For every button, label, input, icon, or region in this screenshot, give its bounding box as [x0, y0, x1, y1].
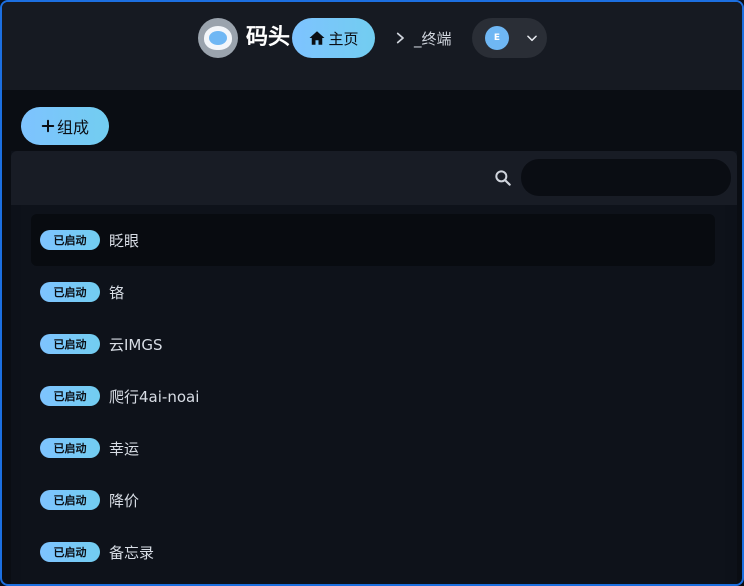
status-badge: 已启动 — [40, 230, 100, 250]
status-badge: 已启动 — [40, 438, 100, 458]
list-item[interactable]: 已启动 爬行4ai-noai — [31, 370, 715, 422]
search-icon — [495, 170, 511, 186]
list-item-name: 幸运 — [109, 439, 140, 458]
list-item-name: 爬行4ai-noai — [109, 387, 200, 406]
stack-list: 已启动 眨眼 已启动 铬 已启动 云IMGS 已启动 爬行4ai-noai 已启… — [21, 205, 725, 584]
status-badge: 已启动 — [40, 282, 100, 302]
app-window: 码头 主页 _终端 E 组成 已启动 眨眼 已启动 铬 已启动 云IMGS 已启… — [0, 0, 744, 586]
list-item-name: 降价 — [109, 491, 140, 510]
list-item-name: 眨眼 — [109, 231, 140, 250]
list-item-name: 备忘录 — [109, 543, 155, 562]
compose-label: 组成 — [56, 118, 89, 137]
status-badge: 已启动 — [40, 490, 100, 510]
compose-button[interactable]: 组成 — [21, 107, 109, 145]
search-input[interactable] — [521, 159, 731, 196]
logo-icon[interactable] — [198, 18, 238, 58]
list-item[interactable]: 已启动 云IMGS — [31, 318, 715, 370]
list-item[interactable]: 已启动 幸运 — [31, 422, 715, 474]
plus-icon — [41, 119, 55, 133]
chevron-down-icon — [527, 35, 537, 42]
status-badge: 已启动 — [40, 386, 100, 406]
nav-terminal-label: _终端 — [414, 29, 452, 48]
list-item[interactable]: 已启动 眨眼 — [31, 214, 715, 266]
nav-home-label: 主页 — [328, 29, 359, 48]
status-badge: 已启动 — [40, 334, 100, 354]
status-badge: 已启动 — [40, 542, 100, 562]
avatar: E — [485, 26, 509, 50]
list-item[interactable]: 已启动 铬 — [31, 266, 715, 318]
home-icon — [309, 31, 325, 45]
list-item-name: 铬 — [109, 283, 125, 302]
list-item[interactable]: 已启动 备忘录 — [31, 526, 715, 578]
list-item-name: 云IMGS — [109, 335, 163, 354]
list-item[interactable]: 已启动 降价 — [31, 474, 715, 526]
terminal-icon — [396, 32, 404, 44]
nav-terminal-button[interactable]: _终端 — [394, 18, 454, 58]
user-menu-button[interactable]: E — [472, 18, 547, 58]
brand-title[interactable]: 码头 — [246, 24, 290, 52]
panel-toolbar — [11, 151, 737, 205]
nav-home-button[interactable]: 主页 — [292, 18, 375, 58]
stack-list-panel: 已启动 眨眼 已启动 铬 已启动 云IMGS 已启动 爬行4ai-noai 已启… — [11, 151, 737, 584]
top-navigation-bar: 码头 主页 _终端 E — [2, 2, 742, 90]
